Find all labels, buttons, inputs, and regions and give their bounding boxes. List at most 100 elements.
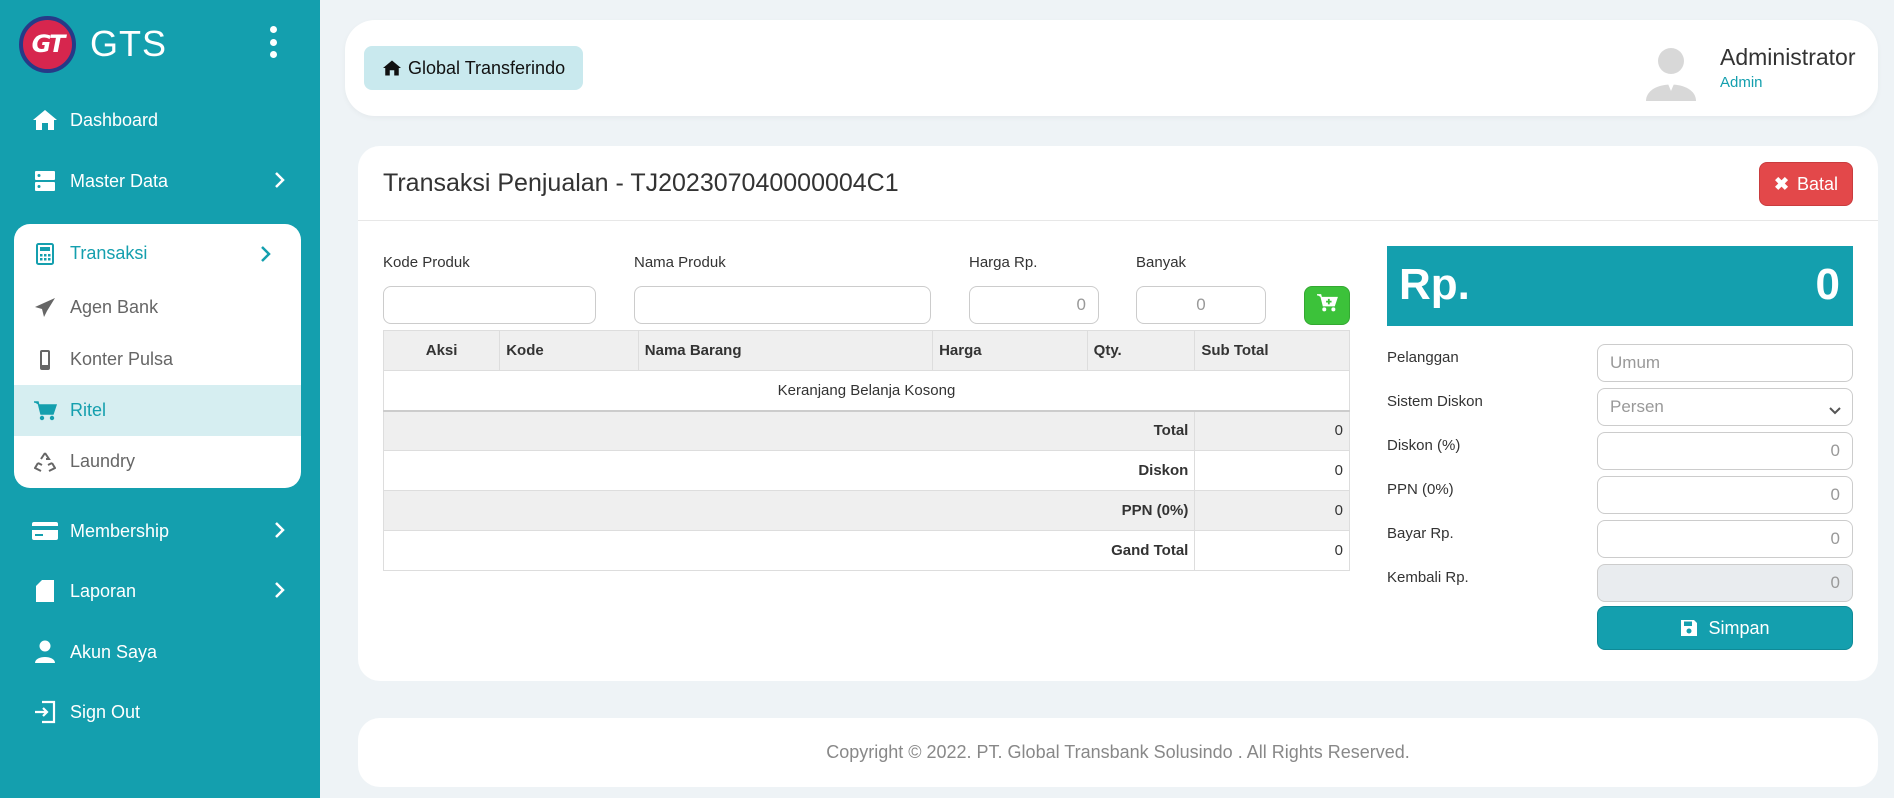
sidebar-item-dashboard[interactable]: Dashboard: [30, 100, 285, 140]
user-icon: [30, 638, 60, 666]
recycle-icon: [30, 448, 60, 476]
banyak-input[interactable]: 0: [1136, 286, 1266, 324]
sidebar-item-membership[interactable]: Membership: [30, 511, 285, 551]
sign-out-icon: [30, 698, 60, 726]
footer: Copyright © 2022. PT. Global Transbank S…: [358, 718, 1878, 787]
mobile-icon: [30, 346, 60, 374]
summary-row-total: Total 0: [382, 409, 1350, 451]
transaction-card: Transaksi Penjualan - TJ202307040000004C…: [358, 146, 1878, 681]
diskon-input[interactable]: 0: [1597, 432, 1853, 470]
sidebar-item-label: Membership: [70, 520, 170, 541]
summary-label: Diskon: [382, 450, 1196, 491]
cancel-button[interactable]: ✖ Batal: [1759, 162, 1853, 206]
sidebar-item-ritel[interactable]: Ritel: [14, 385, 301, 436]
sidebar-item-label: Dashboard: [70, 109, 159, 130]
user-role: Admin: [1720, 74, 1763, 91]
paper-plane-icon: [30, 294, 60, 322]
sidebar-item-label: Master Data: [70, 170, 169, 191]
sidebar-item-label: Sign Out: [70, 701, 141, 722]
kode-produk-label: Kode Produk: [383, 254, 470, 271]
column-header: Nama Barang: [637, 330, 934, 371]
pelanggan-label: Pelanggan: [1387, 349, 1459, 366]
summary-value: 0: [1194, 409, 1350, 451]
sidebar-item-laundry[interactable]: Laundry: [14, 436, 301, 487]
cart-icon: [30, 397, 60, 425]
save-icon: [1680, 619, 1698, 637]
column-header: Qty.: [1086, 330, 1196, 371]
sidebar-item-laporan[interactable]: Laporan: [30, 571, 285, 611]
sidebar-item-label: Konter Pulsa: [70, 349, 174, 369]
brand[interactable]: GT GTS: [19, 14, 167, 74]
chevron-down-icon: [1828, 401, 1842, 421]
home-icon: [382, 59, 402, 77]
user-name: Administrator: [1720, 44, 1856, 70]
sidebar-item-label: Laundry: [70, 451, 136, 471]
chevron-right-icon: [259, 245, 271, 268]
summary-label: Gand Total: [382, 530, 1196, 571]
server-icon: [30, 167, 60, 195]
copyright-text: Copyright © 2022. PT. Global Transbank S…: [826, 742, 1410, 762]
nama-produk-input[interactable]: [634, 286, 931, 324]
page-title: Transaksi Penjualan - TJ202307040000004C…: [383, 169, 899, 197]
add-to-cart-button[interactable]: [1304, 286, 1350, 325]
top-header: Global Transferindo Administrator Admin: [345, 20, 1878, 116]
nama-produk-label: Nama Produk: [634, 254, 726, 271]
close-icon: ✖: [1773, 173, 1790, 194]
save-button-label: Simpan: [1708, 617, 1770, 638]
sidebar-item-agen-bank[interactable]: Agen Bank: [14, 282, 301, 333]
sidebar-item-akun-saya[interactable]: Akun Saya: [30, 632, 285, 672]
breadcrumb-label: Global Transferindo: [408, 57, 566, 78]
summary-label: Total: [382, 409, 1196, 451]
kebab-menu-icon[interactable]: [268, 26, 278, 58]
sidebar-item-label: Transaksi: [70, 243, 148, 263]
chevron-right-icon: [273, 581, 285, 604]
cancel-button-label: Batal: [1797, 173, 1839, 194]
bayar-input[interactable]: 0: [1597, 520, 1853, 558]
sidebar-item-label: Laporan: [70, 580, 137, 601]
sidebar-item-master-data[interactable]: Master Data: [30, 161, 285, 201]
cart-table: Aksi Kode Nama Barang Harga Qty. Sub Tot…: [382, 330, 1350, 571]
chevron-right-icon: [273, 171, 285, 194]
summary-value: 0: [1194, 450, 1350, 491]
cart-plus-icon: [1316, 293, 1338, 318]
sidebar-item-label: Agen Bank: [70, 297, 159, 317]
empty-cart-message: Keranjang Belanja Kosong: [383, 370, 1350, 411]
column-header: Aksi: [382, 330, 501, 371]
kode-produk-input[interactable]: [383, 286, 596, 324]
diskon-label: Diskon (%): [1387, 437, 1461, 454]
logo: GT: [19, 15, 76, 73]
divider: [358, 220, 1878, 221]
file-icon: [30, 577, 60, 605]
sidebar-item-sign-out[interactable]: Sign Out: [30, 692, 285, 732]
harga-input[interactable]: 0: [969, 286, 1099, 324]
sistem-diskon-select[interactable]: Persen: [1597, 388, 1853, 426]
summary-value: 0: [1194, 530, 1350, 571]
sidebar: GT GTS Dashboard Master Data Transaksi A…: [0, 0, 320, 798]
home-icon: [30, 106, 60, 134]
total-amount: 0: [1815, 260, 1840, 309]
ppn-label: PPN (0%): [1387, 481, 1454, 498]
grand-total-display: Rp. 0: [1387, 246, 1853, 326]
chevron-right-icon: [273, 521, 285, 544]
summary-row-grand-total: Gand Total 0: [382, 530, 1350, 571]
sidebar-item-konter-pulsa[interactable]: Konter Pulsa: [14, 334, 301, 385]
kembali-input: 0: [1597, 564, 1853, 602]
credit-card-icon: [30, 517, 60, 545]
sidebar-item-transaksi[interactable]: Transaksi: [14, 228, 301, 279]
breadcrumb[interactable]: Global Transferindo: [364, 46, 584, 90]
avatar[interactable]: [1640, 39, 1702, 101]
sidebar-item-label: Ritel: [70, 400, 107, 420]
pelanggan-input[interactable]: Umum: [1597, 344, 1853, 382]
column-header: Kode: [499, 330, 639, 371]
table-row: Keranjang Belanja Kosong: [383, 370, 1350, 411]
ppn-input[interactable]: 0: [1597, 476, 1853, 514]
table-header-row: Aksi Kode Nama Barang Harga Qty. Sub Tot…: [382, 330, 1350, 371]
sistem-diskon-label: Sistem Diskon: [1387, 393, 1483, 410]
summary-value: 0: [1194, 490, 1350, 531]
save-button[interactable]: Simpan: [1597, 606, 1853, 650]
submenu-transaksi: Transaksi Agen Bank Konter Pulsa Ritel L…: [14, 224, 301, 488]
logo-text: GT: [31, 30, 66, 58]
column-header: Harga: [932, 330, 1088, 371]
brand-name: GTS: [90, 23, 168, 64]
bayar-label: Bayar Rp.: [1387, 525, 1454, 542]
